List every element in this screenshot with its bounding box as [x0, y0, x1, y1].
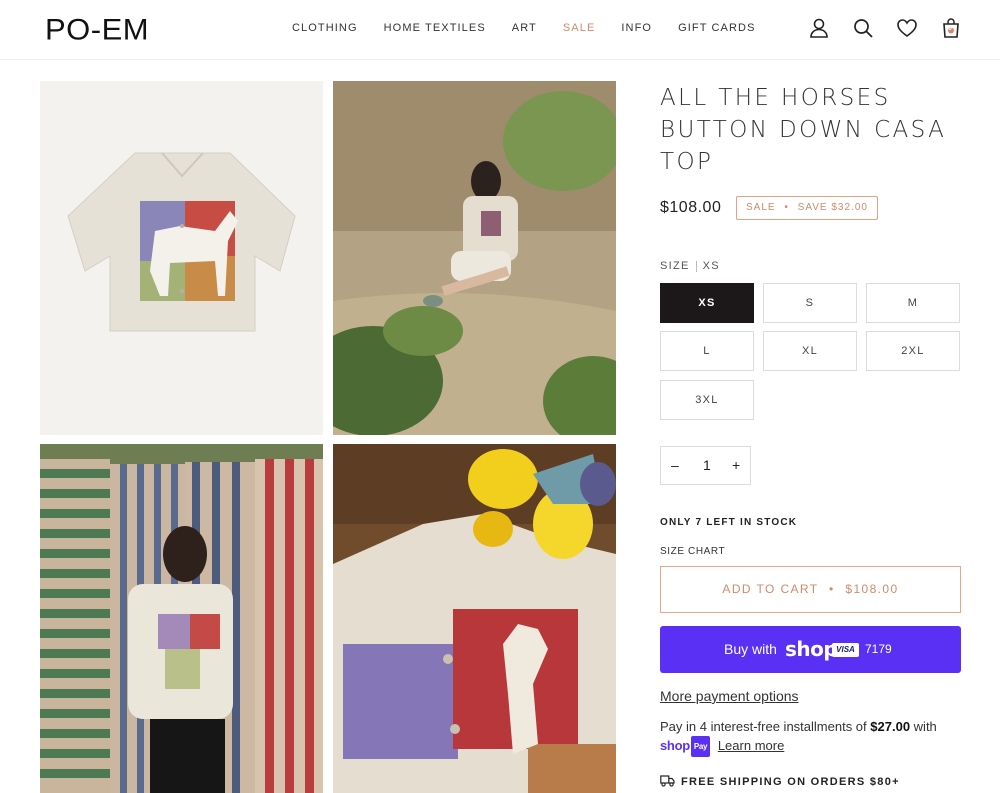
- shop-pay-small-logo-pay: Pay: [690, 736, 711, 758]
- product-image-model-striped-textiles[interactable]: [40, 444, 323, 793]
- cart-bag-icon[interactable]: 0: [940, 17, 962, 39]
- more-payment-options-link[interactable]: More payment options: [660, 688, 799, 704]
- nav-item-clothing[interactable]: CLOTHING: [292, 22, 358, 34]
- shop-pay-buy-label: Buy with: [724, 641, 777, 657]
- card-last-digits: 7179: [865, 642, 892, 656]
- delivery-truck-icon: [660, 774, 675, 787]
- size-option-xl[interactable]: XL: [763, 331, 857, 371]
- cart-count: 0: [948, 26, 952, 32]
- product-title: ALL THE HORSES BUTTON DOWN CASA TOP: [660, 85, 947, 175]
- product-image-flat-lay[interactable]: [40, 81, 323, 435]
- sale-badge-dot: •: [784, 202, 789, 213]
- visa-card-icon: VISA: [832, 643, 859, 657]
- add-to-cart-price: $108.00: [845, 582, 899, 596]
- nav-item-home-textiles[interactable]: HOME TEXTILES: [384, 22, 486, 34]
- shop-pay-logo: shop: [785, 637, 838, 661]
- header-icons: 0: [808, 17, 984, 39]
- free-shipping-notice: FREE SHIPPING ON ORDERS $80+: [660, 774, 900, 788]
- installments-prefix: Pay in 4 interest-free installments of: [660, 719, 867, 734]
- selected-size-value: XS: [702, 260, 720, 272]
- site-header: PO-EM CLOTHING HOME TEXTILES ART SALE IN…: [0, 0, 1000, 60]
- quantity-stepper: – 1 +: [660, 446, 751, 485]
- nav-item-gift-cards[interactable]: GIFT CARDS: [678, 22, 755, 34]
- nav-item-art[interactable]: ART: [512, 22, 537, 34]
- account-icon[interactable]: [808, 17, 830, 39]
- size-option-2xl[interactable]: 2XL: [866, 331, 960, 371]
- nav-item-sale[interactable]: SALE: [563, 22, 596, 34]
- size-option-l[interactable]: L: [660, 331, 754, 371]
- product-image-shirt-daffodils[interactable]: [333, 444, 616, 793]
- search-icon[interactable]: [852, 17, 874, 39]
- sale-badge-savings: SAVE $32.00: [797, 202, 868, 213]
- size-option-s[interactable]: S: [763, 283, 857, 323]
- size-label-divider: [695, 260, 697, 272]
- size-option-m[interactable]: M: [866, 283, 960, 323]
- qty-value[interactable]: 1: [703, 457, 711, 473]
- shop-pay-small-logo-shop: shop: [660, 738, 690, 754]
- add-to-cart-button[interactable]: ADD TO CART • $108.00: [660, 566, 961, 613]
- size-option-3xl[interactable]: 3XL: [660, 380, 754, 420]
- size-option-xs[interactable]: XS: [660, 283, 754, 323]
- shop-pay-button[interactable]: Buy with shop VISA 7179: [660, 626, 961, 673]
- nav-item-info[interactable]: INFO: [621, 22, 652, 34]
- free-shipping-text: FREE SHIPPING ON ORDERS $80+: [681, 776, 900, 788]
- add-to-cart-dot: •: [829, 582, 835, 596]
- shop-pay-small-logo: shop Pay: [660, 736, 711, 758]
- size-label: SIZE: [660, 260, 690, 272]
- installment-amount: $27.00: [870, 719, 911, 734]
- sale-badge: SALE • SAVE $32.00: [736, 196, 878, 220]
- learn-more-link[interactable]: Learn more: [718, 738, 784, 753]
- size-label-row: SIZE XS: [660, 260, 720, 272]
- product-price: $108.00: [660, 199, 722, 216]
- qty-increase-button[interactable]: +: [732, 457, 740, 473]
- installments-info: Pay in 4 interest-free installments of $…: [660, 717, 960, 758]
- sale-badge-label: SALE: [746, 202, 776, 213]
- add-to-cart-label: ADD TO CART: [722, 582, 819, 596]
- main-nav: CLOTHING HOME TEXTILES ART SALE INFO GIF…: [292, 22, 782, 34]
- qty-decrease-button[interactable]: –: [671, 457, 679, 473]
- product-image-model-seated[interactable]: [333, 81, 616, 435]
- stock-notice: ONLY 7 LEFT IN STOCK: [660, 517, 798, 528]
- size-chart-link[interactable]: SIZE CHART: [660, 546, 725, 557]
- brand-logo[interactable]: PO-EM: [45, 13, 149, 47]
- installments-suffix: with: [913, 719, 937, 734]
- wishlist-heart-icon[interactable]: [896, 17, 918, 39]
